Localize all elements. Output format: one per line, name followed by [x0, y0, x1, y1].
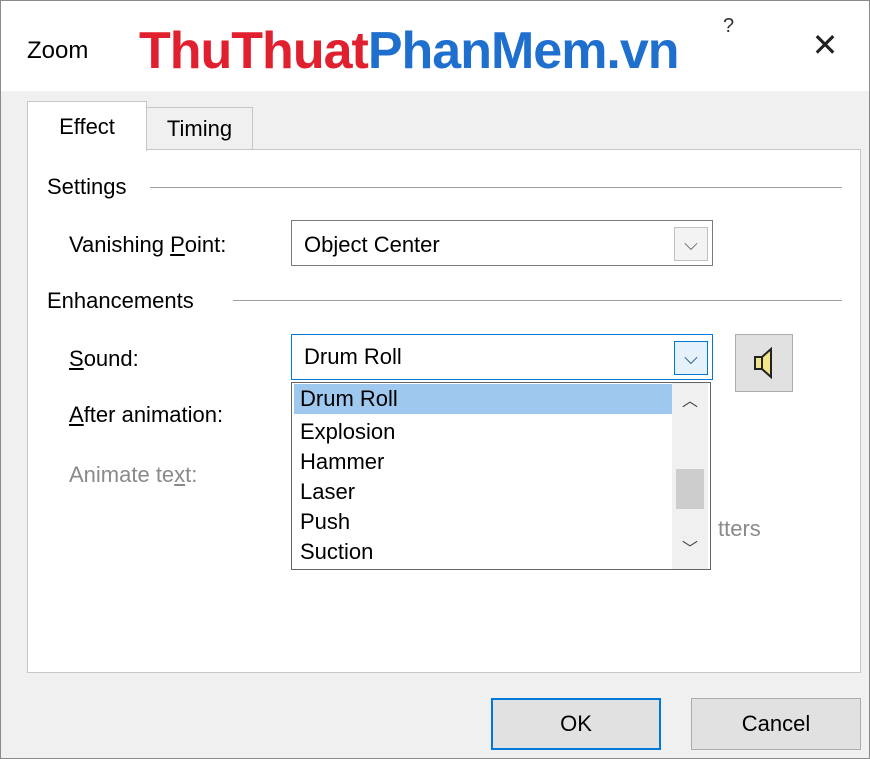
- sound-value: Drum Roll: [304, 344, 402, 369]
- chevron-down-icon[interactable]: ⌵: [674, 341, 708, 375]
- settings-divider: [150, 187, 842, 188]
- list-item[interactable]: Laser: [294, 477, 672, 507]
- scrollbar-thumb[interactable]: [676, 469, 704, 509]
- enhancements-group-label: Enhancements: [47, 288, 200, 314]
- sound-label: Sound:: [69, 346, 139, 371]
- list-item[interactable]: Drum Roll: [294, 384, 672, 414]
- list-item[interactable]: Hammer: [294, 447, 672, 477]
- sound-options-list[interactable]: Drum Roll Explosion Hammer Laser Push Su…: [291, 382, 711, 570]
- scroll-up-icon[interactable]: ︿: [672, 385, 708, 419]
- vanishing-point-select[interactable]: Object Center ⌵: [291, 220, 713, 266]
- list-item[interactable]: Suction: [294, 537, 672, 567]
- zoom-dialog: Zoom ThuThuatPhanMem.vn ? ✕ Effect Timin…: [0, 0, 870, 759]
- list-item[interactable]: Explosion: [294, 417, 672, 447]
- watermark-logo: ThuThuatPhanMem.vn: [139, 22, 680, 80]
- enhancements-divider: [233, 300, 842, 301]
- scroll-down-icon[interactable]: ﹀: [672, 533, 708, 567]
- title-bar[interactable]: Zoom ThuThuatPhanMem.vn ? ✕: [1, 1, 869, 91]
- help-icon[interactable]: ?: [723, 15, 734, 38]
- list-item[interactable]: Push: [294, 507, 672, 537]
- dialog-title: Zoom: [27, 37, 89, 64]
- close-icon[interactable]: ✕: [807, 27, 843, 63]
- letters-fragment-label: tters: [718, 516, 761, 541]
- tab-effect[interactable]: Effect: [27, 101, 147, 151]
- cancel-button[interactable]: Cancel: [691, 698, 861, 750]
- scrollbar[interactable]: ︿ ﹀: [672, 383, 708, 569]
- ok-button[interactable]: OK: [491, 698, 661, 750]
- tab-timing[interactable]: Timing: [147, 107, 253, 149]
- vanishing-point-value: Object Center: [304, 232, 440, 257]
- after-animation-label: After animation:: [69, 402, 224, 427]
- chevron-down-icon[interactable]: ⌵: [674, 227, 708, 261]
- speaker-icon: [754, 346, 772, 380]
- vanishing-point-label: Vanishing Point:: [69, 232, 227, 257]
- settings-group-label: Settings: [47, 174, 133, 200]
- sound-preview-button[interactable]: [735, 334, 793, 392]
- sound-select[interactable]: Drum Roll ⌵: [291, 334, 713, 380]
- animate-text-label: Animate text:: [69, 462, 198, 487]
